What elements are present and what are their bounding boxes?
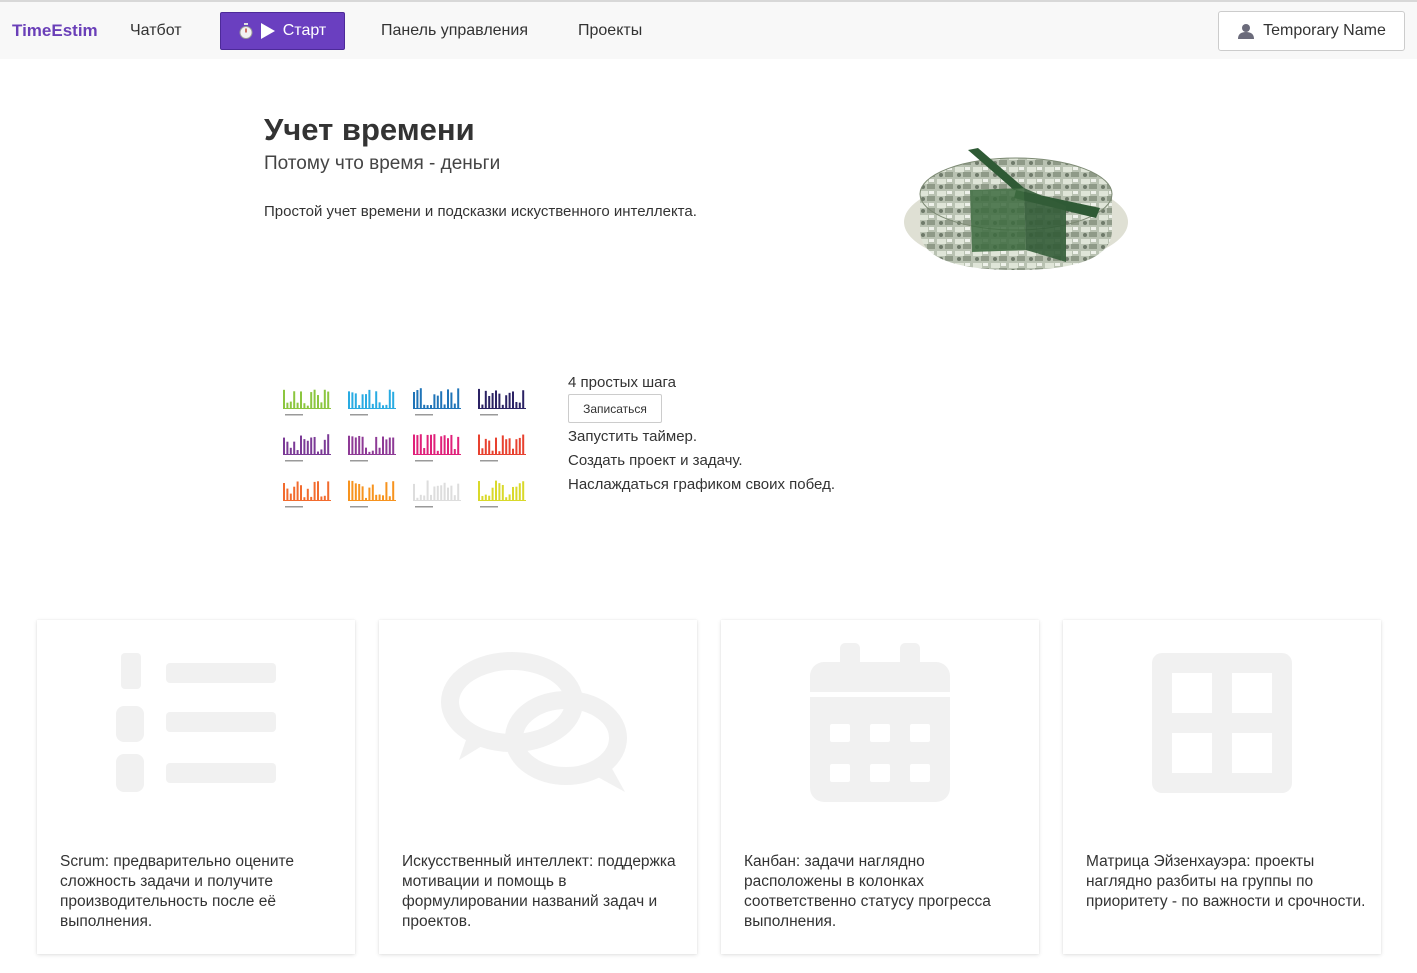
- chat-bubbles-icon: [441, 652, 627, 792]
- steps-title: 4 простых шага: [568, 374, 676, 391]
- mini-chart: [348, 389, 396, 416]
- mini-chart: [348, 480, 396, 508]
- feature-text: Scrum: предварительно оцените сложность …: [60, 853, 295, 930]
- step-item: Наслаждаться графиком своих побед.: [568, 476, 835, 493]
- start-button[interactable]: Старт: [220, 12, 345, 50]
- hero-title: Учет времени: [264, 112, 475, 147]
- mini-chart: [348, 435, 396, 462]
- numbered-list-icon: [116, 653, 276, 792]
- mini-chart: [283, 389, 331, 416]
- play-icon: [260, 23, 275, 39]
- step-item: Создать проект и задачу.: [568, 452, 743, 469]
- feature-card-ai: Искусственный интеллект: поддержка мотив…: [379, 620, 697, 954]
- mini-chart: [478, 388, 526, 416]
- feature-card-eisenhower: Матрица Эйзенхауэра: проекты наглядно ра…: [1063, 620, 1381, 954]
- mini-chart: [413, 434, 461, 462]
- nav-link-chatbot[interactable]: Чатбот: [130, 22, 182, 40]
- feature-card-scrum: Scrum: предварительно оцените сложность …: [37, 620, 355, 954]
- signup-button[interactable]: Записаться: [568, 394, 662, 423]
- nav-link-dashboard[interactable]: Панель управления: [381, 22, 528, 40]
- feature-text: Матрица Эйзенхауэра: проекты наглядно ра…: [1086, 853, 1366, 910]
- feature-text: Канбан: задачи наглядно расположены в ко…: [744, 853, 991, 930]
- grid-icon: [1152, 653, 1292, 793]
- stopwatch-icon: [239, 23, 253, 39]
- feature-text: Искусственный интеллект: поддержка мотив…: [402, 853, 676, 930]
- user-icon: [1238, 24, 1255, 39]
- step-item: Запустить таймер.: [568, 428, 698, 445]
- monthly-charts-image: [283, 388, 526, 508]
- user-name: Temporary Name: [1263, 22, 1386, 39]
- hero-subtitle: Потому что время - деньги: [264, 153, 501, 174]
- hero-description: Простой учет времени и подсказки искуств…: [264, 203, 697, 220]
- mini-chart: [478, 480, 526, 508]
- brand-logo[interactable]: TimeEstim: [12, 21, 98, 41]
- start-label: Старт: [282, 22, 327, 39]
- feature-card-kanban: Канбан: задачи наглядно расположены в ко…: [721, 620, 1039, 954]
- user-menu-button[interactable]: Temporary Name: [1218, 11, 1405, 51]
- navbar: TimeEstim Чатбот Старт Панель управления…: [0, 2, 1417, 59]
- mini-chart: [283, 434, 331, 462]
- mini-chart: [283, 481, 331, 508]
- nav-link-projects[interactable]: Проекты: [578, 22, 642, 40]
- money-pie-image: [904, 148, 1128, 270]
- mini-chart: [413, 480, 461, 508]
- calendar-icon: [810, 643, 950, 802]
- mini-chart: [478, 434, 526, 462]
- mini-chart: [413, 388, 461, 416]
